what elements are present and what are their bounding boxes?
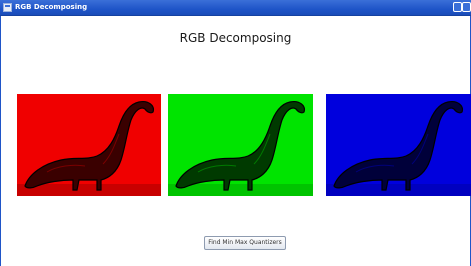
dinosaur-image xyxy=(24,101,154,191)
green-channel-image xyxy=(168,94,313,196)
close-button[interactable] xyxy=(462,2,471,12)
window-title: RGB Decomposing xyxy=(15,3,88,11)
dinosaur-image xyxy=(175,101,305,191)
page-title: RGB Decomposing xyxy=(179,31,292,45)
find-min-max-quantizers-button[interactable]: Find Min Max Quantizers xyxy=(204,236,286,250)
minimize-button[interactable] xyxy=(453,2,462,12)
title-bar: RGB Decomposing xyxy=(0,0,471,16)
red-channel-image xyxy=(17,94,161,196)
dinosaur-image xyxy=(333,101,463,191)
blue-channel-image xyxy=(326,94,471,196)
app-icon xyxy=(3,3,12,12)
